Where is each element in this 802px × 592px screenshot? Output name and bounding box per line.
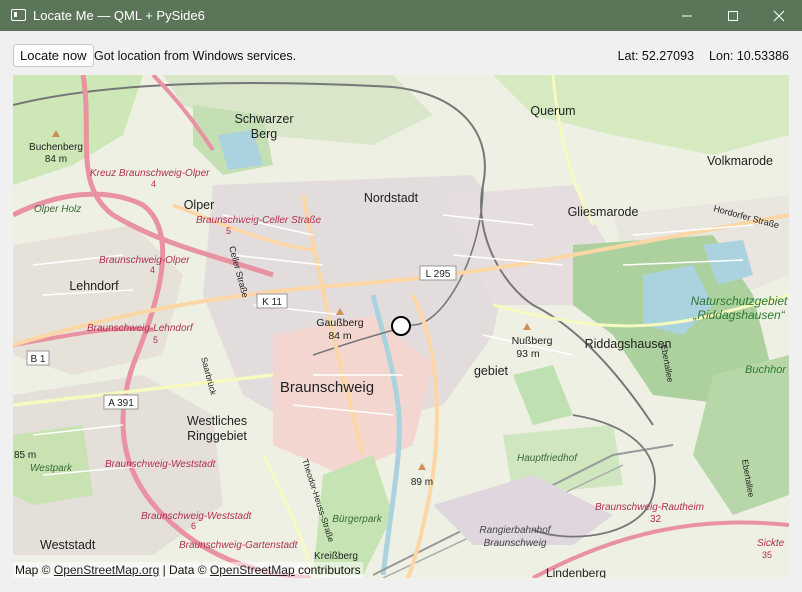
label-elev-89: 89 m	[411, 477, 433, 488]
label-weststadt: Weststadt	[40, 538, 96, 552]
toolbar: Locate now Got location from Windows ser…	[0, 31, 802, 75]
label-kreissberg: Kreißberg	[314, 551, 358, 562]
coordinates-readout: Lat: 52.27093 Lon: 10.53386	[603, 49, 789, 63]
label-junction-35: 35	[762, 550, 772, 560]
label-querum: Querum	[530, 104, 575, 118]
label-bs-weststadt-2: Braunschweig-Weststadt	[141, 511, 253, 522]
osm-org-link[interactable]: OpenStreetMap.org	[54, 563, 159, 577]
osm-link[interactable]: OpenStreetMap	[210, 563, 295, 577]
label-elev-85: 85 m	[14, 450, 36, 461]
shield-l295: L 295	[419, 265, 457, 281]
svg-text:L 295: L 295	[426, 269, 451, 280]
label-bs-lehndorf: Braunschweig-Lehndorf	[87, 323, 194, 334]
app-window-icon	[11, 9, 26, 21]
label-lehndorf: Lehndorf	[69, 279, 119, 293]
label-westliches-ringgebiet-1: Westliches	[187, 414, 247, 428]
label-junction-4a: 4	[151, 179, 156, 189]
svg-text:B 1: B 1	[30, 354, 45, 365]
maximize-icon	[728, 10, 738, 21]
label-gaussberg-elev: 84 m	[328, 330, 352, 342]
label-olper: Olper	[184, 198, 215, 212]
label-rangierbahnhof-2: Braunschweig	[484, 538, 547, 549]
attribution-suffix: contributors	[294, 563, 361, 577]
locate-now-button[interactable]: Locate now	[13, 44, 94, 67]
label-naturschutzgebiet-1: Naturschutzgebiet	[691, 294, 788, 308]
svg-text:A 391: A 391	[108, 398, 134, 409]
map-canvas[interactable]: L 295 K 11 B 1 A 391 Querum Schwarzer Be…	[13, 75, 789, 578]
label-naturschutzgebiet-2: „Riddagshausen“	[692, 308, 785, 322]
label-gaussberg: Gaußberg	[316, 317, 363, 329]
attribution-middle: | Data ©	[159, 563, 210, 577]
label-buergerpark: Bürgerpark	[332, 514, 382, 525]
label-celler-strasse: Braunschweig-Celler Straße	[196, 215, 321, 226]
label-schwarzer-berg-1: Schwarzer	[234, 112, 293, 126]
label-westpark: Westpark	[30, 463, 73, 474]
label-bs-gartenstadt: Braunschweig-Gartenstadt	[179, 540, 299, 551]
label-bs-weststadt: Braunschweig-Weststadt	[105, 459, 217, 470]
label-gliesmarode: Gliesmarode	[568, 205, 639, 219]
title-bar: Locate Me — QML + PySide6	[0, 0, 802, 31]
label-junction-6: 6	[191, 521, 196, 531]
label-bs-olper: Braunschweig-Olper	[99, 255, 190, 266]
label-westliches-ringgebiet-2: Ringgebiet	[187, 429, 247, 443]
status-text: Got location from Windows services.	[94, 49, 297, 63]
close-button[interactable]	[756, 0, 802, 31]
svg-text:K 11: K 11	[262, 297, 282, 308]
label-junction-4b: 4	[150, 265, 155, 275]
label-volkmarode: Volkmarode	[707, 154, 773, 168]
label-schwarzer-berg-2: Berg	[251, 127, 277, 141]
latitude-readout: Lat: 52.27093	[617, 49, 695, 63]
label-kreuz-olper: Kreuz Braunschweig-Olper	[90, 168, 210, 179]
map-attribution: Map © OpenStreetMap.org | Data © OpenStr…	[13, 562, 363, 578]
label-nussberg-elev: 93 m	[516, 348, 540, 360]
map-view[interactable]: L 295 K 11 B 1 A 391 Querum Schwarzer Be…	[13, 75, 789, 578]
longitude-readout: Lon: 10.53386	[709, 49, 789, 63]
label-olper-holz: Olper Holz	[34, 204, 81, 215]
minimize-icon	[682, 15, 692, 16]
label-riddagshausen: Riddagshausen	[585, 337, 672, 351]
label-bs-rautheim: Braunschweig-Rautheim	[595, 502, 704, 513]
label-buchenberg: Buchenberg	[29, 142, 83, 153]
shield-a391: A 391	[103, 394, 139, 410]
maximize-button[interactable]	[710, 0, 756, 31]
label-gebiet: gebiet	[474, 364, 509, 378]
window-title: Locate Me — QML + PySide6	[33, 8, 205, 23]
label-hauptfriedhof: Hauptfriedhof	[517, 453, 578, 464]
shield-b1: B 1	[26, 350, 50, 366]
shield-k11: K 11	[256, 293, 288, 309]
label-junction-5a: 5	[226, 226, 231, 236]
label-rautheim-number: 32	[650, 514, 662, 525]
label-sickte: Sickte	[757, 538, 785, 549]
attribution-prefix: Map ©	[15, 563, 54, 577]
label-nussberg: Nußberg	[512, 335, 553, 347]
label-junction-5b: 5	[153, 335, 158, 345]
label-buchenberg-elev: 84 m	[45, 154, 67, 165]
label-nordstadt: Nordstadt	[364, 191, 419, 205]
label-rangierbahnhof-1: Rangierbahnhof	[479, 525, 551, 536]
close-icon	[773, 10, 785, 21]
label-lindenberg: Lindenberg	[546, 566, 606, 578]
label-buchhorst: Buchhor	[745, 364, 787, 376]
label-braunschweig: Braunschweig	[280, 379, 374, 396]
minimize-button[interactable]	[664, 0, 710, 31]
current-location-marker	[391, 316, 411, 336]
